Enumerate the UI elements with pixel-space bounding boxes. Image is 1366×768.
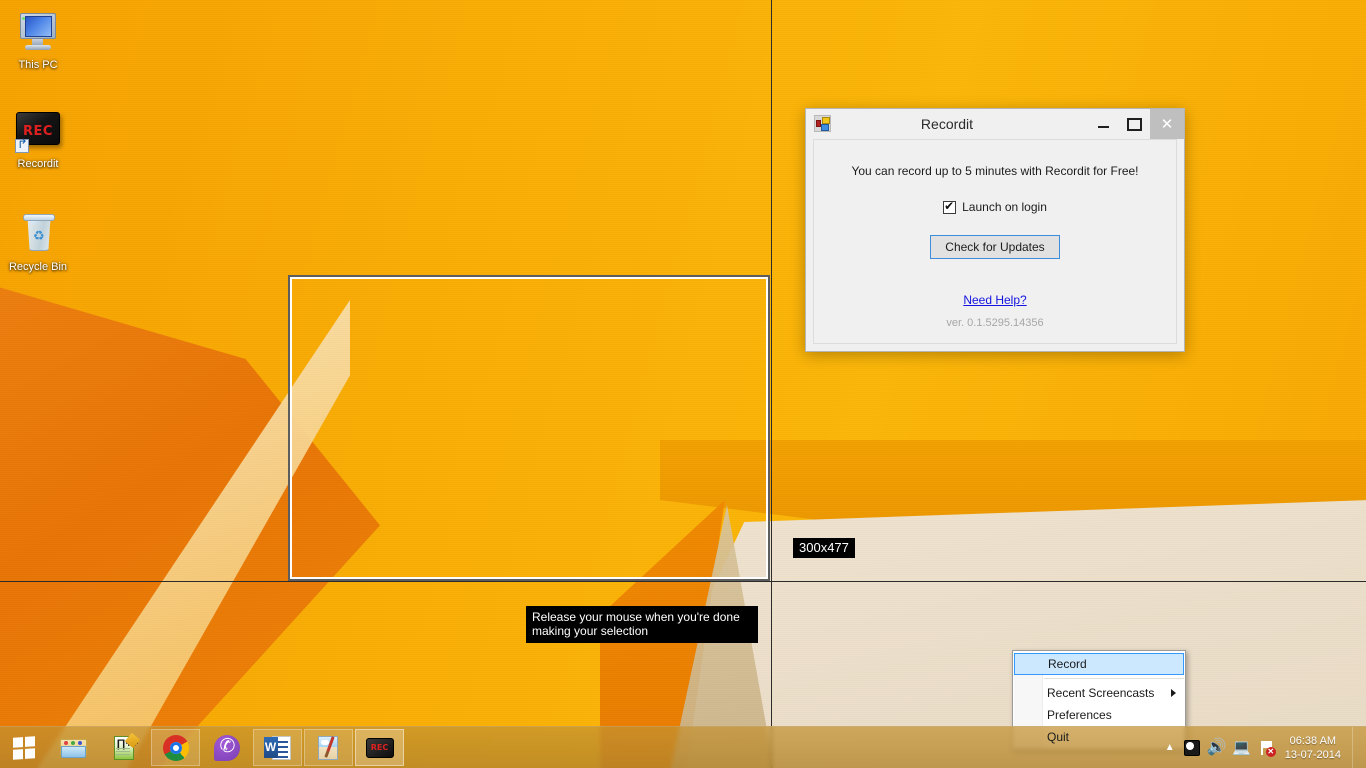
recordit-icon: REC xyxy=(365,733,395,763)
desktop-icon-recycle-bin[interactable]: ♻ Recycle Bin xyxy=(0,210,76,274)
clock-time: 06:38 AM xyxy=(1285,734,1341,748)
recordit-tray-context-menu[interactable]: Record Recent Screencasts Preferences Qu… xyxy=(1012,650,1186,750)
crosshair-horizontal-guide xyxy=(0,581,1366,582)
selection-hint-tooltip: Release your mouse when you're done maki… xyxy=(526,606,758,643)
app-icon xyxy=(814,115,831,132)
recordit-titlebar[interactable]: Recordit ✕ xyxy=(806,109,1184,139)
menu-item-preferences[interactable]: Preferences xyxy=(1013,704,1185,726)
launch-on-login-row[interactable]: Launch on login xyxy=(814,200,1176,214)
word-icon: W xyxy=(263,733,293,763)
desktop-screen: This PC REC Recordit ♻ Recycle Bin 300x4… xyxy=(0,0,1366,768)
desktop-icon-label: Recycle Bin xyxy=(0,261,76,274)
desktop-icon-recordit[interactable]: REC Recordit xyxy=(0,107,76,171)
taskbar-clock[interactable]: 06:38 AM 13-07-2014 xyxy=(1281,734,1349,762)
start-button[interactable] xyxy=(0,727,48,768)
desktop-icon-this-pc[interactable]: This PC xyxy=(0,8,76,72)
paint-net-icon xyxy=(314,733,344,763)
clock-date: 13-07-2014 xyxy=(1285,748,1341,762)
taskbar-item-file-explorer[interactable] xyxy=(49,729,98,766)
launch-on-login-label: Launch on login xyxy=(962,200,1047,214)
taskbar-item-google-chrome[interactable] xyxy=(151,729,200,766)
desktop-icon-label: This PC xyxy=(0,59,76,72)
maximize-button[interactable] xyxy=(1119,109,1150,139)
recordit-window-body: You can record up to 5 minutes with Reco… xyxy=(813,139,1177,344)
folder-icon xyxy=(59,733,89,763)
version-label: ver. 0.1.5295.14356 xyxy=(814,317,1176,329)
recycle-bin-icon: ♻ xyxy=(14,210,62,258)
notepad-plus-plus-icon: ∏++ xyxy=(110,733,140,763)
recordit-window[interactable]: Recordit ✕ You can record up to 5 minute… xyxy=(805,108,1185,352)
close-button[interactable]: ✕ xyxy=(1150,109,1184,139)
screen-selection-rectangle[interactable] xyxy=(288,275,770,581)
menu-item-recent-screencasts[interactable]: Recent Screencasts xyxy=(1013,682,1185,704)
launch-on-login-checkbox[interactable] xyxy=(943,201,956,214)
window-controls[interactable]: ✕ xyxy=(1088,109,1184,139)
crosshair-vertical-guide xyxy=(771,0,772,768)
menu-item-label: Recent Screencasts xyxy=(1047,686,1154,700)
need-help-link[interactable]: Need Help? xyxy=(814,293,1176,307)
shortcut-overlay-icon xyxy=(15,139,29,153)
action-center-flag-icon[interactable]: ✕ xyxy=(1256,737,1278,759)
taskbar-item-recordit[interactable]: REC xyxy=(355,729,404,766)
menu-item-quit[interactable]: Quit xyxy=(1013,726,1185,748)
system-tray: ▲ 🔊 💻 ✕ 06:38 AM 13-07-2014 xyxy=(1162,727,1366,768)
viber-icon xyxy=(212,733,242,763)
selection-size-badge: 300x477 xyxy=(793,538,855,558)
menu-item-record[interactable]: Record xyxy=(1014,653,1184,675)
network-icon[interactable]: 💻 xyxy=(1231,737,1253,759)
speaker-icon[interactable]: 🔊 xyxy=(1206,737,1228,759)
taskbar-item-paint-net[interactable] xyxy=(304,729,353,766)
recordit-rec-icon: REC xyxy=(14,107,62,155)
monitor-icon xyxy=(14,8,62,56)
check-for-updates-button[interactable]: Check for Updates xyxy=(930,235,1059,259)
chrome-icon xyxy=(161,733,191,763)
free-tier-message: You can record up to 5 minutes with Reco… xyxy=(814,164,1176,178)
menu-separator xyxy=(1044,678,1184,679)
show-desktop-button[interactable] xyxy=(1352,727,1360,768)
taskbar-item-viber[interactable] xyxy=(202,729,251,766)
taskbar-item-microsoft-word[interactable]: W xyxy=(253,729,302,766)
windows-logo-icon xyxy=(13,736,35,760)
minimize-button[interactable] xyxy=(1088,109,1119,139)
taskbar-item-notepad-plus-plus[interactable]: ∏++ xyxy=(100,729,149,766)
submenu-chevron-icon xyxy=(1171,689,1176,697)
taskbar-items: ∏++ xyxy=(48,727,405,768)
desktop-icon-label: Recordit xyxy=(0,158,76,171)
